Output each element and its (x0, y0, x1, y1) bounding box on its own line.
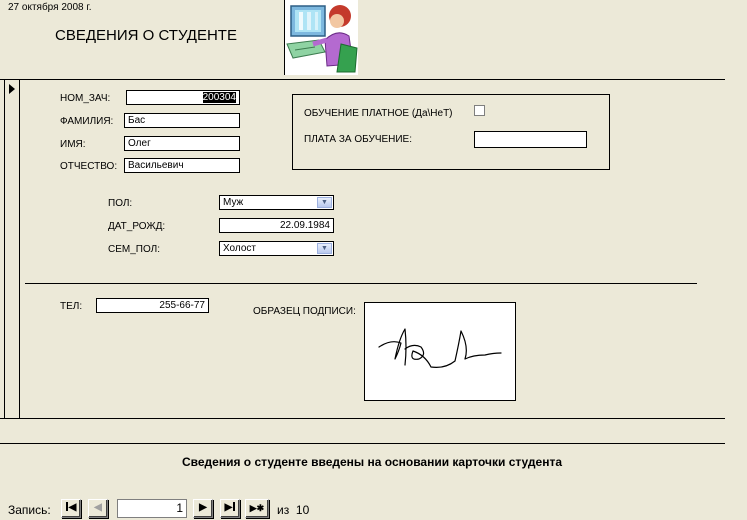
header-divider (0, 79, 725, 80)
otchestvo-field[interactable]: Васильевич (124, 158, 240, 173)
record-selector-border (4, 79, 5, 419)
dob-label: ДАТ_РОЖД: (108, 221, 166, 232)
first-record-button[interactable]: ◀ (61, 499, 81, 518)
num-zach-label: НОМ_ЗАЧ: (60, 93, 111, 104)
fee-field[interactable] (474, 131, 587, 148)
section-divider (25, 283, 697, 284)
prev-record-button[interactable]: ◀ (88, 499, 108, 518)
record-selector-arrow-icon[interactable] (9, 84, 15, 94)
num-zach-field[interactable]: 200304 (126, 90, 240, 105)
next-record-icon: ▶ (199, 502, 207, 513)
imya-field[interactable]: Олег (124, 136, 240, 151)
sem-value: Холост (223, 243, 256, 254)
of-label: из (277, 503, 290, 517)
tel-label: ТЕЛ: (60, 301, 83, 312)
familiya-field[interactable]: Бас (124, 113, 240, 128)
paid-label: ОБУЧЕНИЕ ПЛАТНОЕ (Да\НеТ) (304, 108, 453, 119)
pol-combo[interactable]: Муж ▼ (219, 195, 334, 210)
dob-field[interactable]: 22.09.1984 (219, 218, 334, 233)
total-records: 10 (295, 503, 310, 517)
report-date: 27 октября 2008 г. (8, 2, 92, 13)
last-record-icon: ▶ (225, 500, 236, 516)
sem-combo[interactable]: Холост ▼ (219, 241, 334, 256)
next-record-button[interactable]: ▶ (193, 499, 213, 518)
first-record-icon: ◀ (65, 500, 76, 516)
signature-label: ОБРАЗЕЦ ПОДПИСИ: (253, 306, 356, 317)
footer-note: Сведения о студенте введены на основании… (182, 455, 563, 469)
record-nav-label: Запись: (8, 503, 51, 517)
dropdown-arrow-icon[interactable]: ▼ (317, 197, 332, 208)
otchestvo-label: ОТЧЕСТВО: (60, 161, 118, 172)
footer-divider (0, 443, 725, 444)
paid-checkbox[interactable] (474, 105, 485, 116)
new-record-button[interactable]: ▶✱ (245, 499, 269, 518)
prev-record-icon: ◀ (94, 502, 102, 513)
fee-label: ПЛАТА ЗА ОБУЧЕНИЕ: (304, 134, 413, 145)
pol-label: ПОЛ: (108, 198, 133, 209)
last-record-button[interactable]: ▶ (220, 499, 240, 518)
detail-bottom-border (0, 418, 725, 419)
dropdown-arrow-icon[interactable]: ▼ (317, 243, 332, 254)
imya-label: ИМЯ: (60, 139, 86, 150)
record-count: из 10 (277, 503, 309, 517)
record-selector-divider (19, 79, 20, 419)
student-computer-icon (284, 0, 358, 75)
pol-value: Муж (223, 197, 244, 208)
record-number-input[interactable]: 1 (117, 499, 187, 518)
familiya-label: ФАМИЛИЯ: (60, 116, 114, 127)
tel-field[interactable]: 255-66-77 (96, 298, 209, 313)
page-title: СВЕДЕНИЯ О СТУДЕНТЕ (55, 27, 237, 44)
signature-image[interactable] (364, 302, 516, 401)
sem-label: СЕМ_ПОЛ: (108, 244, 160, 255)
new-record-icon: ▶✱ (249, 503, 265, 513)
